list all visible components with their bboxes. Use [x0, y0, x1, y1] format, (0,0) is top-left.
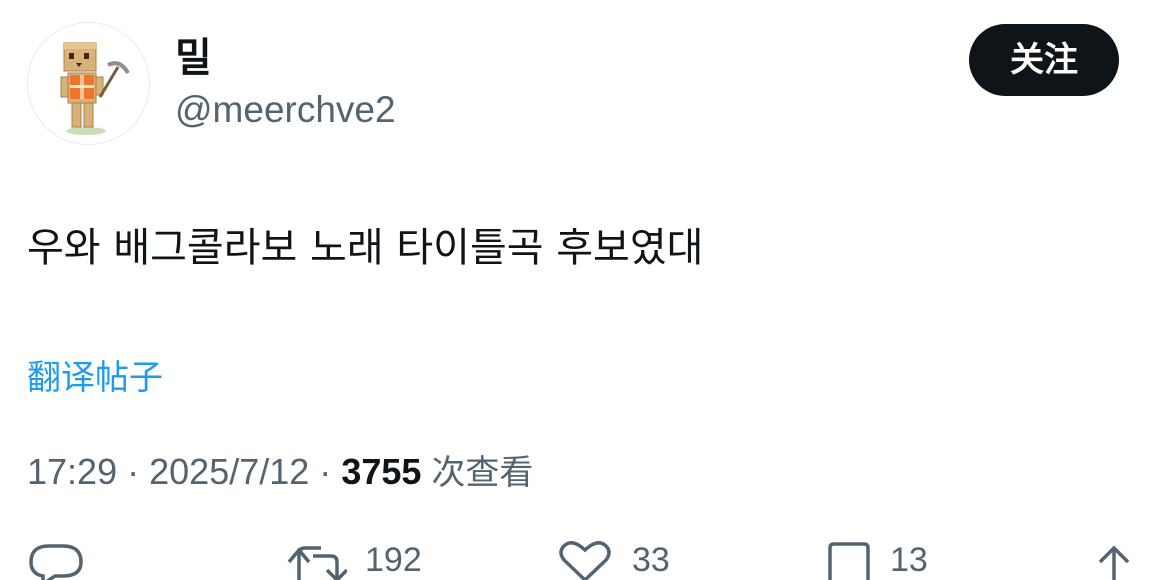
like-count: 33: [632, 541, 670, 579]
share-icon: [1098, 545, 1130, 580]
post-time[interactable]: 17:29: [27, 451, 117, 492]
post-text: 우와 배그콜라보 노래 타이틀곡 후보였대: [27, 225, 704, 271]
retweet-icon: [287, 546, 349, 580]
avatar[interactable]: [27, 22, 150, 145]
reply-button[interactable]: [27, 540, 85, 580]
bookmark-button[interactable]: 13: [826, 540, 928, 580]
translate-post-link[interactable]: 翻译帖子: [27, 356, 163, 400]
retweet-button[interactable]: 192: [287, 540, 422, 580]
views-count: 3755: [341, 451, 422, 492]
retweet-count: 192: [365, 541, 422, 579]
meta-separator: ·: [127, 451, 140, 492]
share-button[interactable]: [1094, 540, 1134, 580]
meta-separator: ·: [319, 451, 332, 492]
author-display-name[interactable]: 밀: [175, 34, 212, 82]
bookmark-count: 13: [890, 541, 928, 579]
action-bar: 192 33 13: [0, 540, 1170, 580]
reply-icon: [29, 544, 83, 580]
heart-icon: [559, 541, 611, 580]
post-meta: 17:29 · 2025/7/12 · 3755 次查看: [27, 448, 533, 497]
like-button[interactable]: 33: [556, 540, 670, 580]
danbo-box-robot-icon: [28, 23, 149, 144]
bookmark-icon: [828, 542, 870, 580]
post-date[interactable]: 2025/7/12: [149, 451, 309, 492]
author-handle[interactable]: @meerchve2: [175, 88, 396, 132]
views-label: 次查看: [431, 453, 534, 493]
follow-button[interactable]: 关注: [969, 24, 1119, 96]
